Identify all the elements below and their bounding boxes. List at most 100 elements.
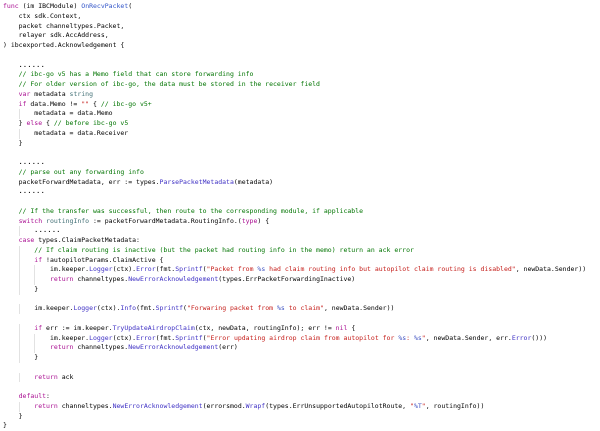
code-token-c: // before ibc-go v5: [54, 119, 128, 127]
code-token-p: , newData.Sender, err.: [426, 334, 512, 342]
code-line: ) ibcexported.Acknowledgement {: [0, 41, 600, 51]
code-token-s: "": [81, 100, 89, 108]
code-line: }: [0, 353, 600, 363]
code-token-f: Info: [120, 304, 136, 312]
indent-guide: [19, 285, 20, 295]
code-token-k: func: [3, 2, 19, 10]
code-token-p: (fmt.: [156, 265, 176, 273]
code-token-s: "Forwaring packet from: [187, 304, 277, 312]
code-token-d: ......: [34, 226, 60, 234]
code-line: im.keeper.Logger(ctx).Info(fmt.Sprintf("…: [0, 304, 600, 314]
code-token-fs: %s: [277, 304, 285, 312]
code-line: return channeltypes.NewErrorAcknowledgem…: [0, 275, 600, 285]
code-token-p: (types.ErrPacketForwardingInactive): [218, 275, 355, 283]
code-token-f: Logger: [89, 265, 112, 273]
code-token-k: if: [34, 256, 42, 264]
code-token-c: // ibc-go v5+: [101, 100, 152, 108]
code-token-k: var: [19, 90, 31, 98]
code-token-p: channeltypes.: [73, 343, 128, 351]
code-token-f: Error: [136, 334, 156, 342]
code-token-p: }: [19, 139, 23, 147]
indent-guide: [34, 265, 35, 275]
code-line: }: [0, 421, 600, 431]
code-token-p: ) ibcexported.Acknowledgement {: [3, 41, 124, 49]
code-token-s: :: [406, 334, 414, 342]
code-line: metadata = data.Receiver: [0, 129, 600, 139]
code-token-fd: OnRecvPacket: [81, 2, 128, 10]
indent-guide: [19, 324, 20, 334]
indent-guide: [19, 226, 20, 236]
code-line: ctx sdk.Context,: [0, 12, 600, 22]
code-line: [0, 51, 600, 61]
code-token-p: (fmt.: [156, 334, 176, 342]
code-token-f: Error: [512, 334, 532, 342]
code-token-c: // If claim routing is inactive (but the…: [34, 246, 414, 254]
code-token-d: ......: [19, 187, 45, 195]
code-token-p: im.keeper.: [50, 334, 89, 342]
code-token-f: Sprintf: [156, 304, 183, 312]
code-line: return channeltypes.NewErrorAcknowledgem…: [0, 343, 600, 353]
code-token-p: }: [19, 412, 23, 420]
code-line: func (im IBCModule) OnRecvPacket(: [0, 2, 600, 12]
code-token-p: metadata = data.Receiver: [34, 129, 128, 137]
code-token-c: // parse out any forwarding info: [19, 168, 144, 176]
code-token-p: packetForwardMetadata, err := types.: [19, 178, 160, 186]
code-line: // ibc-go v5 has a Memo field that can s…: [0, 70, 600, 80]
code-token-c: // For older version of ibc-go, the data…: [19, 80, 320, 88]
code-token-k: return: [34, 373, 57, 381]
code-token-p: (errorsmod.: [203, 402, 246, 410]
code-token-k: switch: [19, 217, 42, 225]
code-token-f: ParsePacketMetadata: [160, 178, 234, 186]
code-token-k: default: [19, 392, 46, 400]
code-token-k: return: [50, 343, 73, 351]
code-token-ty: routingInfo: [46, 217, 89, 225]
code-line: relayer sdk.AccAddress,: [0, 31, 600, 41]
code-line: im.keeper.Logger(ctx).Error(fmt.Sprintf(…: [0, 334, 600, 344]
code-token-p: err := im.keeper.: [42, 324, 112, 332]
code-line: [0, 197, 600, 207]
code-token-s: "Packet from: [207, 265, 258, 273]
code-token-p: :: [46, 392, 50, 400]
code-token-p: (fmt.: [136, 304, 156, 312]
code-token-f: Wrapf: [246, 402, 266, 410]
code-token-c: // If the transfer was successful, then …: [19, 207, 363, 215]
code-token-f: Sprintf: [175, 265, 202, 273]
code-token-p: metadata: [30, 90, 69, 98]
code-token-p: := packetForwardMetadata.RoutingInfo.(: [89, 217, 242, 225]
code-token-f: NewErrorAcknowledgement: [128, 343, 218, 351]
code-line: default:: [0, 392, 600, 402]
indent-guide: [19, 275, 20, 285]
code-token-p: ack: [58, 373, 74, 381]
code-token-k: case: [19, 236, 35, 244]
code-token-p: {: [347, 324, 355, 332]
code-line: return channeltypes.NewErrorAcknowledgem…: [0, 402, 600, 412]
code-token-d: ......: [19, 61, 45, 69]
indent-guide: [19, 246, 20, 256]
indent-guide: [19, 402, 20, 412]
code-token-fs: %s: [398, 334, 406, 342]
code-line: [0, 363, 600, 373]
code-token-p: (ctx).: [113, 334, 136, 342]
code-token-c: // ibc-go v5 has a Memo field that can s…: [19, 70, 254, 78]
code-token-f: Sprintf: [175, 334, 202, 342]
code-token-s: had claim routing info but autopilot cla…: [265, 265, 515, 273]
indent-guide: [19, 373, 20, 383]
code-token-p: relayer sdk.AccAddress,: [19, 31, 109, 39]
code-token-p: ) {: [257, 217, 269, 225]
code-token-p: im.keeper.: [50, 265, 89, 273]
indent-guide: [34, 343, 35, 353]
code-editor[interactable]: func (im IBCModule) OnRecvPacket(ctx sdk…: [0, 0, 600, 431]
code-token-p: {: [42, 119, 54, 127]
code-token-p: im.keeper.: [34, 304, 73, 312]
code-token-s: to claim": [285, 304, 324, 312]
code-token-f: Logger: [89, 334, 112, 342]
code-token-k: return: [50, 275, 73, 283]
code-token-d: ......: [19, 158, 45, 166]
code-line: case types.ClaimPacketMetadata:: [0, 236, 600, 246]
indent-guide: [19, 265, 20, 275]
code-token-p: (types.ErrUnsupportedAutopilotRoute,: [265, 402, 410, 410]
code-token-k: type: [242, 217, 258, 225]
code-token-p: , newData.Sender)): [516, 265, 586, 273]
code-line: packetForwardMetadata, err := types.Pars…: [0, 178, 600, 188]
code-token-p: (metadata): [234, 178, 273, 186]
